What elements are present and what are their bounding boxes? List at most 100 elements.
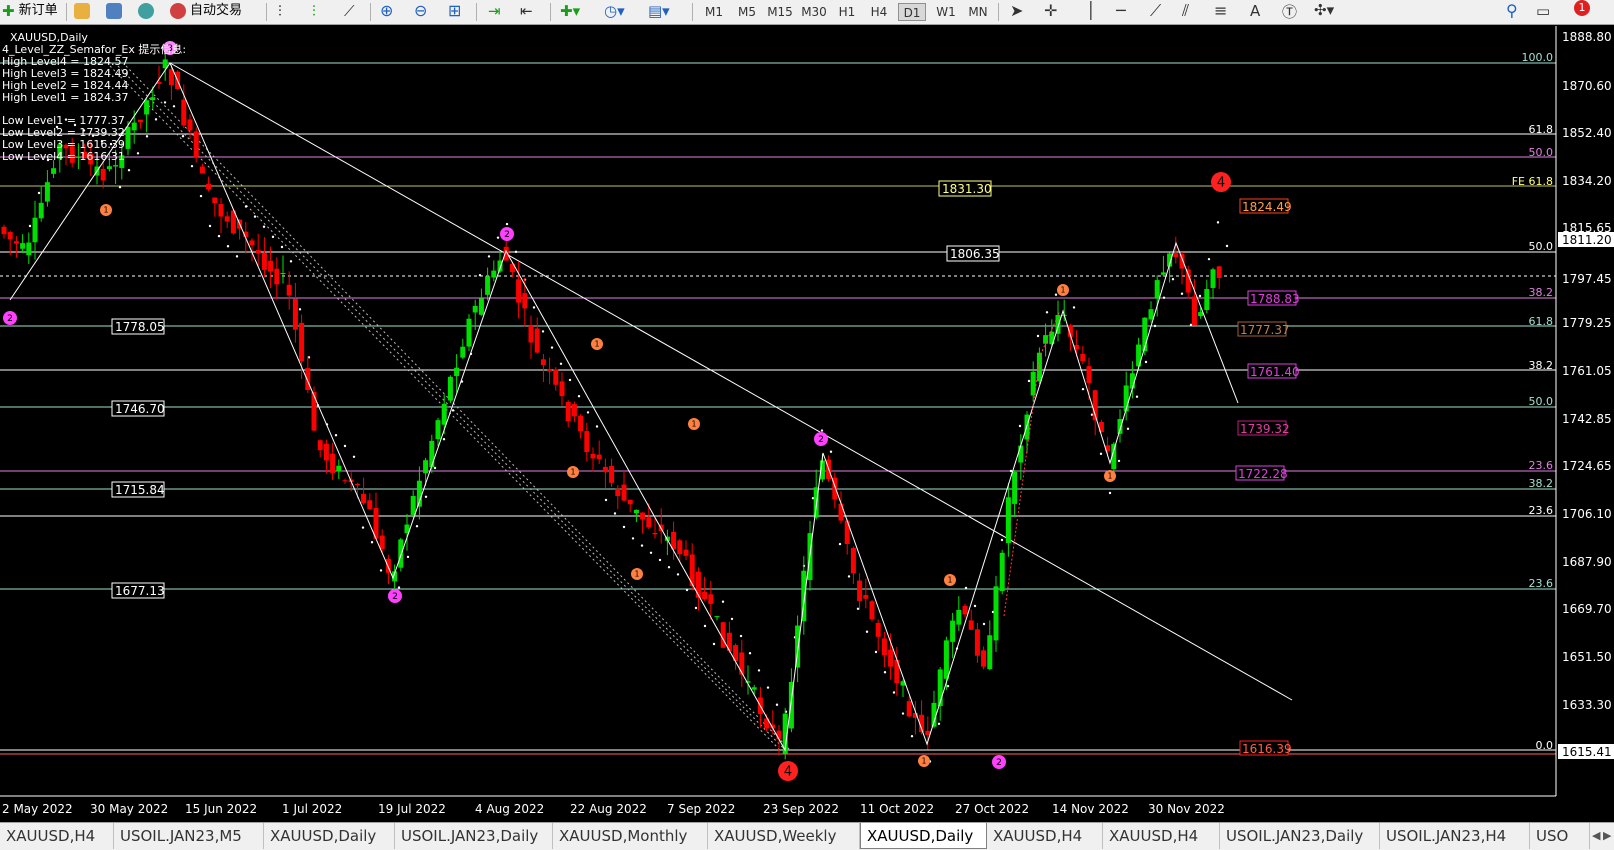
sar-dot (127, 169, 131, 172)
candle-body (261, 252, 267, 270)
indicators-icon[interactable]: ✚▾ (560, 2, 580, 20)
timeframe-m5[interactable]: M5 (733, 3, 761, 21)
navigator-icon[interactable] (138, 3, 154, 19)
sar-dot (820, 429, 824, 432)
sar-dot (1036, 334, 1040, 338)
auto-trading-icon (170, 3, 186, 19)
candle-body (423, 460, 429, 474)
sar-dot (748, 652, 752, 655)
candle-body (1012, 471, 1018, 504)
candle-body (993, 586, 999, 641)
price-tick: 1870.60 (1562, 79, 1612, 93)
line-chart-icon[interactable]: ⟋ (344, 2, 355, 20)
tab-xauusd-daily-active[interactable]: XAUUSD,Daily (860, 823, 987, 849)
tab-xauusd-h4[interactable]: XAUUSD,H4 (987, 823, 1103, 849)
sar-dot (433, 466, 437, 470)
level-price: 1788.83 (1250, 292, 1300, 306)
sar-dot (1045, 311, 1049, 314)
sar-dot (703, 624, 707, 628)
timeframe-h1[interactable]: H1 (833, 3, 861, 21)
candle-body (540, 359, 546, 365)
shapes-icon[interactable]: ✣▾ (1314, 1, 1334, 19)
timeframe-w1[interactable]: W1 (932, 3, 960, 21)
new-order-button[interactable]: ✚ 新订单 (2, 0, 58, 22)
tab-usoil-daily[interactable]: USOIL.JAN23,Daily (395, 823, 553, 849)
timeframe-d1[interactable]: D1 (898, 3, 926, 21)
plus-icon: ✚ (2, 2, 15, 20)
candle-body (330, 453, 336, 473)
sar-dot (829, 450, 833, 453)
timeframe-mn[interactable]: MN (964, 3, 992, 21)
sar-dot (892, 691, 896, 694)
candle-body (429, 440, 435, 468)
tile-windows-icon[interactable]: ⊞ (448, 1, 461, 20)
candle-body (695, 571, 701, 598)
auto-trading-button[interactable]: 自动交易 (170, 0, 242, 22)
fibonacci-icon[interactable]: ≡ (1214, 1, 1227, 20)
timeframe-m30[interactable]: M30 (799, 3, 829, 21)
candle-body (981, 650, 987, 667)
sar-dot (613, 512, 617, 515)
candle-body (113, 165, 119, 167)
timeframe-h4[interactable]: H4 (865, 3, 893, 21)
candlestick-chart-icon[interactable]: ⫶ (312, 2, 316, 20)
candle-body (627, 499, 633, 505)
sar-dot (910, 735, 914, 738)
candle-body (621, 484, 627, 501)
candle-body (633, 509, 639, 514)
tab-usoil-h4[interactable]: USOIL.JAN23,H4 (1380, 823, 1530, 849)
timeframe-m15[interactable]: M15 (765, 3, 795, 21)
message-icon[interactable]: ▭ (1536, 2, 1550, 20)
sar-dot (496, 236, 500, 239)
candle-body (1148, 309, 1154, 320)
candle-body (751, 687, 757, 690)
text-tool-icon[interactable]: A (1250, 2, 1260, 20)
zoom-out-icon[interactable]: ⊖ (414, 1, 427, 20)
bar-chart-icon[interactable]: ⫶ (278, 2, 282, 20)
channel-icon[interactable]: ⫽ (1182, 1, 1189, 21)
candle-body (106, 166, 112, 170)
chart-shift-icon[interactable]: ⇤ (520, 2, 533, 20)
semafor-number: 2 (996, 758, 1002, 768)
sar-dot (1144, 360, 1148, 364)
tab-xauusd-h4[interactable]: XAUUSD,H4 (0, 823, 114, 849)
semafor-number: 1 (922, 757, 927, 766)
candle-body (150, 97, 156, 101)
horizontal-line-icon[interactable]: ─ (1116, 1, 1126, 20)
tab-xauusd-daily[interactable]: XAUUSD,Daily (264, 823, 395, 849)
sar-dot (226, 245, 230, 248)
templates-icon[interactable]: ▤▾ (648, 2, 670, 20)
semafor-number: 2 (392, 592, 398, 602)
tab-xauusd-h4[interactable]: XAUUSD,H4 (1103, 823, 1220, 849)
data-window-icon[interactable] (106, 3, 122, 19)
sar-dot (514, 250, 518, 254)
tab-xauusd-weekly[interactable]: XAUUSD,Weekly (708, 823, 860, 849)
cursor-icon[interactable]: ➤ (1010, 1, 1023, 20)
sar-dot (946, 684, 950, 688)
crosshair-icon[interactable]: ✛ (1044, 1, 1057, 20)
timeframe-m1[interactable]: M1 (700, 3, 728, 21)
candle-body (1005, 497, 1011, 543)
price-chart[interactable]: 11111111122222344 XAUUSD,Daily 4_Level_Z… (0, 26, 1614, 822)
sar-dot (397, 586, 401, 589)
trendline-icon[interactable]: ⟋ (1150, 1, 1161, 21)
tab-scroll-right-icon[interactable]: ▶ (1603, 829, 1611, 842)
sar-dot (775, 703, 779, 706)
tab-scroll-left-icon[interactable]: ◀ (1592, 829, 1600, 842)
tab-usoil[interactable]: USO (1530, 823, 1590, 849)
auto-scroll-icon[interactable]: ⇥ (488, 2, 501, 20)
tab-usoil-daily[interactable]: USOIL.JAN23,Daily (1220, 823, 1380, 849)
market-watch-icon[interactable] (74, 3, 90, 19)
periods-icon[interactable]: ◷▾ (604, 2, 625, 20)
notification-badge[interactable]: 1 (1574, 0, 1590, 16)
zoom-in-icon[interactable]: ⊕ (380, 1, 393, 20)
text-label-icon[interactable]: Ⓣ (1282, 1, 1297, 22)
search-icon[interactable]: ⚲ (1506, 1, 1518, 20)
fib-label: 50.0 (1529, 146, 1554, 159)
tab-usoil-m5[interactable]: USOIL.JAN23,M5 (114, 823, 264, 849)
sar-dot (172, 105, 176, 108)
fib-label: 61.8 (1529, 315, 1554, 328)
tab-xauusd-monthly[interactable]: XAUUSD,Monthly (553, 823, 708, 849)
vertical-line-icon[interactable]: │ (1086, 1, 1096, 20)
candle-body (553, 369, 559, 385)
